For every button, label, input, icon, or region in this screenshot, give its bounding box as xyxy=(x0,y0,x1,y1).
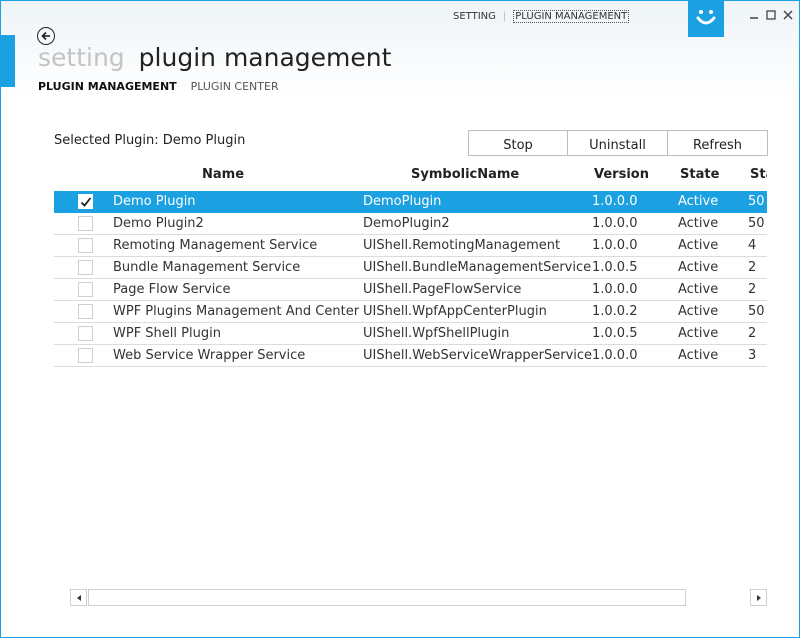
cell-state: Active xyxy=(678,282,719,297)
table-row[interactable]: Remoting Management Service UIShell.Remot… xyxy=(54,235,767,257)
top-breadcrumb-nav: SETTING | PLUGIN MANAGEMENT xyxy=(453,10,630,23)
cell-state: Active xyxy=(678,216,719,231)
horizontal-scrollbar[interactable] xyxy=(70,589,767,606)
column-header-name[interactable]: Name xyxy=(202,167,244,182)
table-row[interactable]: WPF Plugins Management And Center UIShell… xyxy=(54,301,767,323)
row-checkbox[interactable] xyxy=(78,260,93,275)
action-toolbar: Stop Uninstall Refresh xyxy=(468,130,768,156)
stop-button[interactable]: Stop xyxy=(468,130,568,156)
uninstall-button[interactable]: Uninstall xyxy=(568,130,668,156)
cell-version: 1.0.0.2 xyxy=(592,304,638,319)
table-row[interactable]: WPF Shell Plugin UIShell.WpfShellPlugin 1.… xyxy=(54,323,767,345)
cell-version: 1.0.0.0 xyxy=(592,194,638,209)
table-row[interactable]: Web Service Wrapper Service UIShell.WebSe… xyxy=(54,345,767,367)
smiley-logo-icon xyxy=(688,1,724,37)
tab-plugin-center[interactable]: PLUGIN CENTER xyxy=(191,80,279,93)
cell-name: Bundle Management Service xyxy=(113,260,301,275)
row-checkbox[interactable] xyxy=(78,216,93,231)
cell-version: 1.0.0.5 xyxy=(592,260,638,275)
cell-name: Remoting Management Service xyxy=(113,238,318,253)
cell-start-level: 2 xyxy=(748,282,757,297)
table-row[interactable]: Demo Plugin DemoPlugin 1.0.0.0 Active 50 xyxy=(54,191,767,213)
cell-state: Active xyxy=(678,304,719,319)
cell-symbolic-name: UIShell.WpfShellPlugin xyxy=(363,326,510,341)
top-nav-separator: | xyxy=(502,11,507,22)
cell-name: Web Service Wrapper Service xyxy=(113,348,306,363)
top-nav-current-link[interactable]: PLUGIN MANAGEMENT xyxy=(513,10,630,23)
cell-version: 1.0.0.0 xyxy=(592,348,638,363)
scroll-right-button[interactable] xyxy=(750,589,767,606)
column-header-start-level[interactable]: Sta xyxy=(750,167,767,182)
cell-start-level: 50 xyxy=(748,304,765,319)
column-header-state[interactable]: State xyxy=(680,167,719,182)
row-checkbox[interactable] xyxy=(78,282,93,297)
page-title-parent[interactable]: setting xyxy=(38,43,125,72)
cell-name: WPF Plugins Management And Center xyxy=(113,304,360,319)
cell-state: Active xyxy=(678,194,719,209)
scrollbar-thumb[interactable] xyxy=(88,589,686,606)
cell-state: Active xyxy=(678,348,719,363)
cell-version: 1.0.0.5 xyxy=(592,326,638,341)
table-row[interactable]: Demo Plugin2 DemoPlugin2 1.0.0.0 Active 50 xyxy=(54,213,767,235)
row-checkbox[interactable] xyxy=(78,194,93,209)
cell-start-level: 2 xyxy=(748,326,757,341)
app-window: SETTING | PLUGIN MANAGEMENT setting plugi… xyxy=(0,0,800,638)
table-body: Demo Plugin DemoPlugin 1.0.0.0 Active 50 Demo… xyxy=(54,191,767,367)
row-checkbox[interactable] xyxy=(78,238,93,253)
top-nav-setting-link[interactable]: SETTING xyxy=(453,11,496,22)
cell-start-level: 50 xyxy=(748,216,765,231)
cell-symbolic-name: UIShell.WpfAppCenterPlugin xyxy=(363,304,547,319)
table-row[interactable]: Page Flow Service UIShell.PageFlowService… xyxy=(54,279,767,301)
checkmark-icon xyxy=(80,196,91,207)
tab-plugin-management[interactable]: PLUGIN MANAGEMENT xyxy=(38,80,177,93)
cell-symbolic-name: UIShell.BundleManagementService xyxy=(363,260,592,275)
chevron-left-icon xyxy=(76,594,81,601)
close-icon[interactable] xyxy=(781,8,795,22)
column-header-symbolic-name[interactable]: SymbolicName xyxy=(411,167,519,182)
cell-symbolic-name: UIShell.PageFlowService xyxy=(363,282,522,297)
cell-name: Page Flow Service xyxy=(113,282,231,297)
column-header-version[interactable]: Version xyxy=(594,167,649,182)
refresh-button[interactable]: Refresh xyxy=(668,130,768,156)
cell-name: Demo Plugin xyxy=(113,194,196,209)
table-header-row: Name SymbolicName Version State Sta xyxy=(54,161,767,191)
cell-start-level: 2 xyxy=(748,260,757,275)
page-title: setting plugin management xyxy=(38,43,391,72)
cell-symbolic-name: UIShell.WebServiceWrapperService xyxy=(363,348,593,363)
minimize-icon[interactable] xyxy=(747,8,761,22)
row-checkbox[interactable] xyxy=(78,348,93,363)
cell-symbolic-name: UIShell.RemotingManagement xyxy=(363,238,561,253)
cell-state: Active xyxy=(678,326,719,341)
page-title-current: plugin management xyxy=(138,43,392,72)
cell-state: Active xyxy=(678,260,719,275)
row-checkbox[interactable] xyxy=(78,304,93,319)
cell-symbolic-name: DemoPlugin xyxy=(363,194,442,209)
cell-symbolic-name: DemoPlugin2 xyxy=(363,216,450,231)
cell-version: 1.0.0.0 xyxy=(592,216,638,231)
selected-plugin-label: Selected Plugin: Demo Plugin xyxy=(54,133,246,148)
sub-navigation: PLUGIN MANAGEMENT PLUGIN CENTER xyxy=(38,80,279,93)
left-accent-bar xyxy=(1,35,15,87)
back-arrow-icon xyxy=(41,31,50,41)
cell-start-level: 4 xyxy=(748,238,757,253)
cell-state: Active xyxy=(678,238,719,253)
cell-start-level: 50 xyxy=(748,194,765,209)
chevron-right-icon xyxy=(756,594,761,601)
cell-start-level: 3 xyxy=(748,348,757,363)
scroll-left-button[interactable] xyxy=(70,589,87,606)
cell-version: 1.0.0.0 xyxy=(592,282,638,297)
table-row[interactable]: Bundle Management Service UIShell.BundleM… xyxy=(54,257,767,279)
row-checkbox[interactable] xyxy=(78,326,93,341)
cell-name: WPF Shell Plugin xyxy=(113,326,221,341)
plugin-table: Name SymbolicName Version State Sta Demo… xyxy=(54,161,767,371)
cell-name: Demo Plugin2 xyxy=(113,216,204,231)
cell-version: 1.0.0.0 xyxy=(592,238,638,253)
maximize-icon[interactable] xyxy=(764,8,778,22)
